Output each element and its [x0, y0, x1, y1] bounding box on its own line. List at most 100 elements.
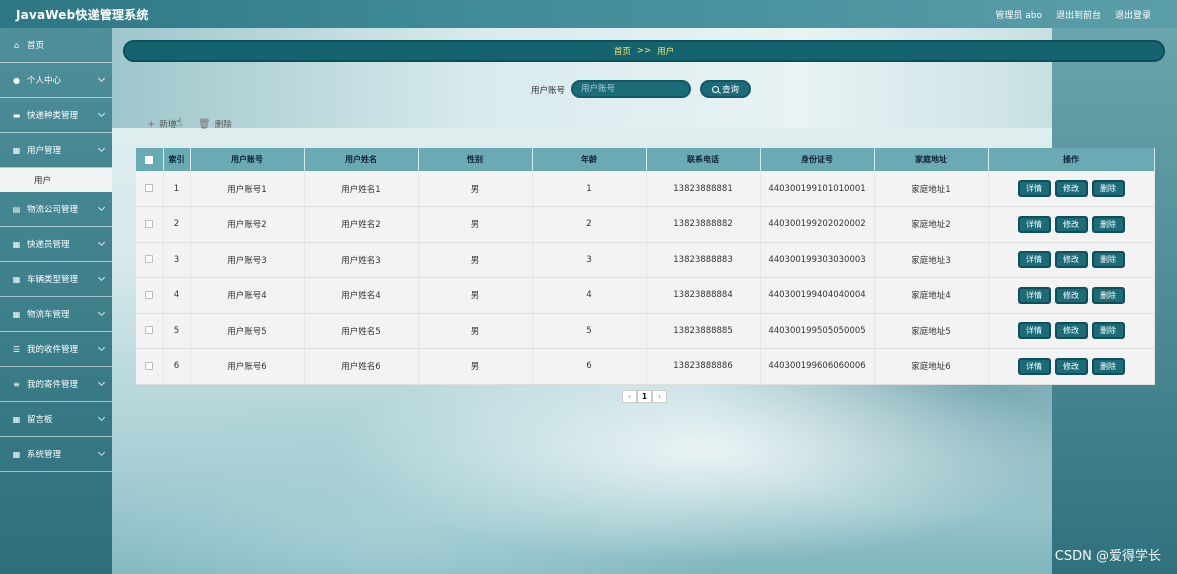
row-checkbox[interactable]: [145, 255, 154, 264]
chevron-down-icon: [97, 413, 106, 422]
chevron-down-icon: [97, 448, 106, 457]
table-body: 1 用户账号1 用户姓名1 男 1 13823888881 4403001991010100…: [136, 171, 1155, 385]
column-header: 性别: [418, 148, 533, 171]
sidebar-item-1[interactable]: ● 个人中心: [0, 63, 112, 98]
detail-button[interactable]: 详情: [1017, 286, 1051, 304]
column-header: 年龄: [532, 148, 647, 171]
chevron-down-icon: [97, 109, 106, 118]
edit-button[interactable]: 修改: [1054, 180, 1088, 197]
detail-button[interactable]: 详情: [1017, 251, 1051, 269]
grid-icon: ▦: [12, 309, 21, 319]
truck-icon: ▬: [12, 110, 21, 120]
detail-button[interactable]: 详情: [1017, 215, 1051, 233]
row-select-cell: [136, 171, 164, 207]
row-delete-button[interactable]: 删除: [1091, 357, 1125, 375]
row-actions-cell: 详情 修改 删除: [988, 242, 1155, 278]
sidebar-item-0[interactable]: ⌂ 首页: [0, 28, 112, 63]
chevron-down-icon: [97, 273, 106, 282]
table-cell: 用户姓名6: [304, 348, 419, 385]
sidebar-item-2[interactable]: ▬ 快递种类管理: [0, 98, 112, 133]
table-row: 4 用户账号4 用户姓名4 男 4 13823888884 4403001994040400…: [136, 277, 1155, 314]
sidebar-item-3[interactable]: ▦ 用户管理: [0, 133, 112, 168]
edit-button[interactable]: 修改: [1054, 357, 1088, 375]
sidebar-item-5[interactable]: ▦ 快递员管理: [0, 227, 112, 262]
row-delete-button[interactable]: 删除: [1091, 322, 1125, 340]
detail-button[interactable]: 详情: [1017, 357, 1051, 375]
table-cell: 用户姓名1: [304, 171, 419, 207]
trash-icon: 🗑: [198, 118, 211, 130]
row-delete-button[interactable]: 删除: [1091, 215, 1125, 233]
back-to-front-link[interactable]: 退出到前台: [1056, 8, 1101, 21]
sidebar-item-11[interactable]: ▦ 系统管理: [0, 437, 112, 472]
row-select-cell: [136, 206, 164, 243]
breadcrumb-current: 用户: [657, 47, 675, 57]
sidebar-item-9[interactable]: ≡ 我的寄件管理: [0, 367, 112, 402]
sliders-icon: ☰: [12, 344, 21, 354]
sidebar-item-6[interactable]: ▦ 车辆类型管理: [0, 262, 112, 297]
table-cell: 2: [532, 206, 647, 243]
next-page-button[interactable]: ›: [652, 390, 667, 403]
search-label: 用户账号: [531, 86, 566, 96]
sidebar-subitem-user[interactable]: 用户: [0, 168, 112, 192]
logout-link[interactable]: 退出登录: [1115, 8, 1151, 21]
sidebar-item-label: 我的寄件管理: [27, 380, 79, 390]
detail-button[interactable]: 详情: [1017, 180, 1051, 197]
top-bar: JavaWeb快递管理系统 管理员 abo 退出到前台 退出登录: [0, 0, 1177, 28]
row-checkbox[interactable]: [145, 326, 154, 335]
sidebar: ⌂ 首页 ● 个人中心 ▬ 快递种类管理 ▦ 用户管理 用户 ▤ 物流公司管理 ▦ 快递员管理 ▦ 车辆类型…: [0, 28, 112, 574]
row-delete-button[interactable]: 删除: [1091, 180, 1125, 197]
column-header: 家庭地址: [874, 148, 989, 171]
sidebar-item-label: 快递种类管理: [27, 111, 79, 121]
building-icon: ▤: [12, 204, 21, 214]
grid-icon: ▦: [12, 449, 21, 459]
chevron-down-icon: [97, 378, 106, 387]
search-button[interactable]: 查询: [700, 80, 751, 98]
prev-page-button[interactable]: ‹: [622, 390, 637, 403]
edit-button[interactable]: 修改: [1054, 215, 1088, 233]
delete-button[interactable]: 🗑 删除: [198, 118, 232, 131]
row-checkbox[interactable]: [145, 219, 154, 228]
table-cell: 家庭地址2: [874, 206, 989, 243]
row-checkbox[interactable]: [145, 290, 154, 299]
search-input[interactable]: [571, 80, 691, 98]
breadcrumb-separator: >>: [636, 46, 652, 56]
row-actions-cell: 详情 修改 删除: [988, 348, 1155, 385]
sidebar-item-8[interactable]: ☰ 我的收件管理: [0, 332, 112, 367]
watermark: CSDN @爱得学长: [1054, 549, 1161, 564]
app-title: JavaWeb快递管理系统: [16, 8, 149, 22]
sidebar-item-4[interactable]: ▤ 物流公司管理: [0, 192, 112, 227]
top-links: 管理员 abo 退出到前台 退出登录: [995, 8, 1151, 21]
edit-button[interactable]: 修改: [1054, 322, 1088, 340]
chevron-down-icon: [97, 238, 106, 247]
select-all-checkbox[interactable]: [145, 155, 154, 164]
row-delete-button[interactable]: 删除: [1091, 251, 1125, 269]
row-checkbox[interactable]: [145, 184, 154, 192]
table-cell: 男: [418, 277, 533, 314]
breadcrumb-home[interactable]: 首页: [614, 45, 631, 57]
sidebar-item-label: 留言板: [27, 415, 53, 425]
table-cell: 家庭地址5: [874, 313, 989, 349]
table-cell: 男: [418, 313, 533, 349]
admin-user-link[interactable]: 管理员 abo: [995, 8, 1042, 21]
row-actions-cell: 详情 修改 删除: [988, 313, 1155, 349]
table-cell: 家庭地址6: [874, 348, 989, 385]
row-checkbox[interactable]: [145, 361, 154, 370]
edit-button[interactable]: 修改: [1054, 251, 1088, 269]
table-cell: 3: [532, 242, 647, 278]
sidebar-item-10[interactable]: ▦ 留言板: [0, 402, 112, 437]
table-cell: 家庭地址4: [874, 277, 989, 314]
edit-button[interactable]: 修改: [1054, 286, 1088, 304]
table-cell: 6: [532, 348, 647, 385]
sidebar-item-7[interactable]: ▦ 物流车管理: [0, 297, 112, 332]
detail-button[interactable]: 详情: [1017, 322, 1051, 340]
row-delete-button[interactable]: 删除: [1091, 286, 1125, 304]
table-row: 6 用户账号6 用户姓名6 男 6 13823888886 4403001996060600…: [136, 348, 1155, 385]
row-select-cell: [136, 242, 164, 278]
list-icon: ≡: [13, 379, 20, 389]
sidebar-item-label: 首页: [27, 41, 45, 51]
table-cell: 2: [163, 206, 191, 243]
table-cell: 男: [418, 242, 533, 278]
table-cell: 440300199101010001: [760, 171, 875, 207]
add-button[interactable]: + 新增: [147, 118, 176, 131]
page-number[interactable]: 1: [637, 390, 652, 403]
